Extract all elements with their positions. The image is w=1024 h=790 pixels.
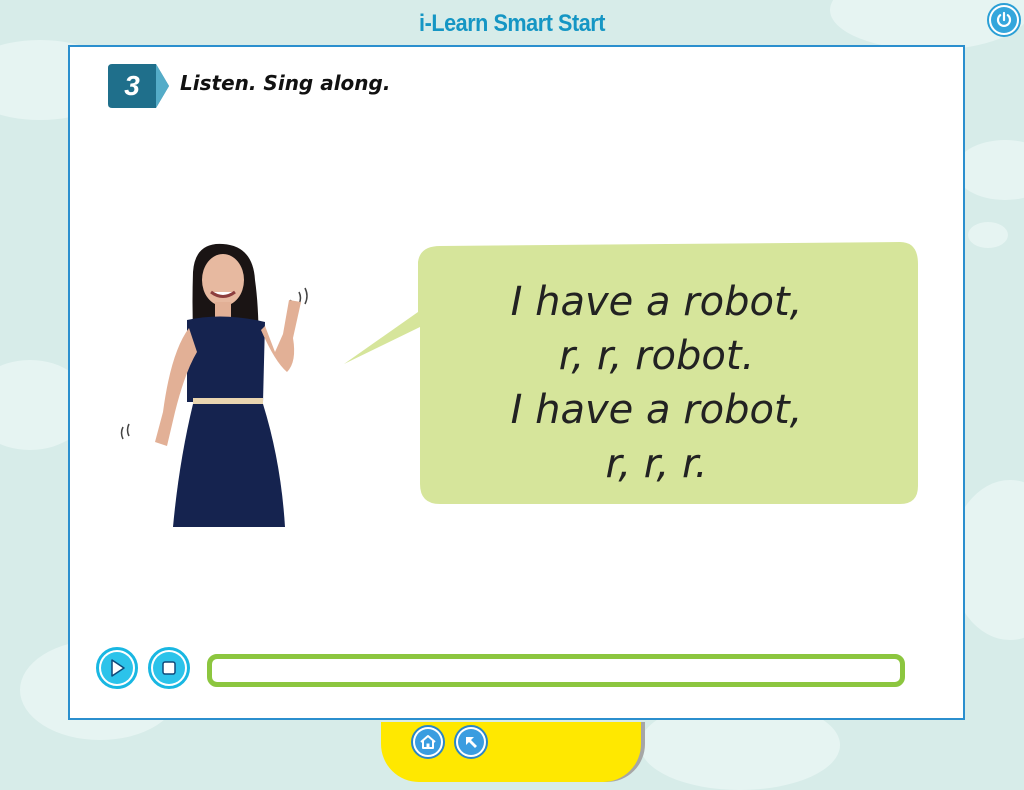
home-icon [420,735,436,749]
power-icon [996,11,1012,27]
activity-instruction: Listen. Sing along. [180,71,391,95]
stop-button[interactable] [148,647,190,689]
lyric-line: r, r, robot. [558,333,755,379]
back-arrow-icon [466,737,477,748]
lyric-line: r, r, r. [605,441,708,487]
back-button[interactable] [454,725,488,759]
singer-image [120,243,308,527]
song-lyrics: I have a robot, r, r, robot. I have a ro… [399,275,914,491]
audio-progress-bar[interactable] [207,654,905,687]
home-button[interactable] [411,725,445,759]
stop-icon [162,661,176,675]
play-button[interactable] [96,647,138,689]
lyric-line: I have a robot, [510,387,803,433]
power-button[interactable] [987,3,1021,37]
background-cloud [955,140,1024,200]
app-title: i-Learn Smart Start [419,10,605,37]
activity-number-badge: 3 [108,64,170,108]
activity-number: 3 [124,70,140,101]
lyric-line: I have a robot, [510,279,803,325]
background-cloud [968,222,1008,248]
play-icon [111,659,125,677]
lesson-panel: 3 Listen. Sing along. I have a robot, r,… [68,45,965,720]
